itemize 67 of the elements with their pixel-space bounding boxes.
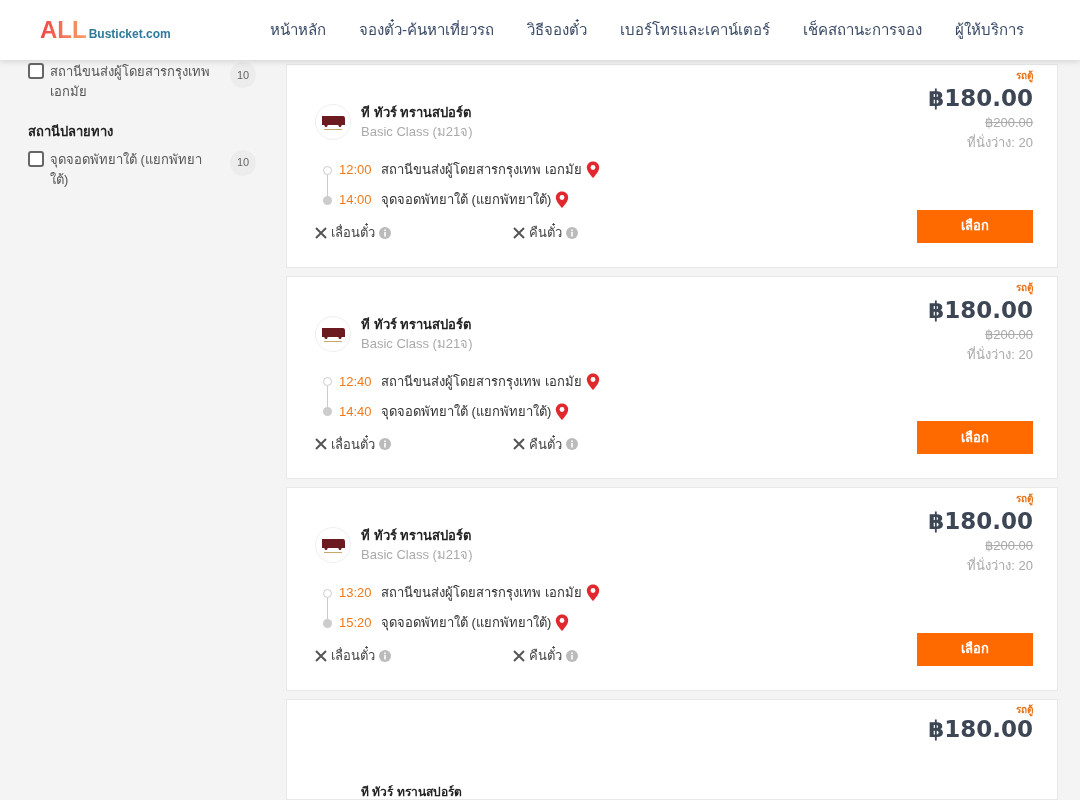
seats-available: ที่นั่งว่าง: 20 <box>967 345 1033 364</box>
operator-name: ที ทัวร์ ทรานสปอร์ต <box>361 315 473 334</box>
filter-count: 10 <box>230 62 256 88</box>
ticket-price: ฿180.00 <box>928 507 1033 536</box>
map-pin-icon[interactable] <box>555 614 570 632</box>
operator-name: ที ทัวร์ ทรานสปอร์ต <box>361 785 462 799</box>
map-pin-icon[interactable] <box>585 372 600 391</box>
bus-logo-icon <box>315 315 351 352</box>
stop-name: สถานีขนส่งผู้โดยสารกรุงเทพ เอกมัย <box>381 372 582 392</box>
stop-name: จุดจอดพัทยาใต้ (แยกพัทยาใต้) <box>381 191 552 210</box>
stop-time: 14:40 <box>339 402 373 421</box>
policy-label: คืนตั๋ว <box>529 434 562 454</box>
nav-link[interactable]: วิธีจองตั๋ว <box>527 18 587 42</box>
seats-available: ที่นั่งว่าง: 20 <box>967 133 1033 152</box>
seats-available: ที่นั่งว่าง: 20 <box>967 556 1033 575</box>
filter-count: 10 <box>230 149 256 176</box>
policy-label: คืนตั๋ว <box>529 223 562 242</box>
cross-icon <box>315 226 327 239</box>
bus-logo-icon <box>315 104 351 140</box>
original-price: ฿200.00 <box>985 537 1033 555</box>
policy-label: คืนตั๋ว <box>529 646 562 665</box>
cross-icon <box>315 649 327 662</box>
original-price: ฿200.00 <box>985 114 1033 132</box>
stop-time: 12:40 <box>339 372 373 391</box>
stop-time: 12:00 <box>339 161 373 180</box>
map-pin-icon[interactable] <box>555 191 570 209</box>
vehicle-type-label: รถตู้ <box>1016 703 1033 716</box>
nav-link[interactable]: ผู้ให้บริการ <box>955 18 1024 42</box>
filter-label: สถานีขนส่งผู้โดยสารกรุงเทพ เอกมัย <box>50 63 211 101</box>
bus-class: Basic Class (ม21จ) <box>361 546 473 564</box>
nav-link[interactable]: หน้าหลัก <box>270 18 326 42</box>
bus-class: Basic Class (ม21จ) <box>361 123 473 141</box>
cross-icon <box>315 438 327 451</box>
bus-class: Basic Class (ม21จ) <box>361 334 473 353</box>
site-logo[interactable]: ALL Busticket.com <box>40 17 171 43</box>
stop-time: 14:00 <box>339 191 373 210</box>
stop-time: 13:20 <box>339 584 373 603</box>
cross-icon <box>513 226 525 239</box>
filter-heading: สถานีปลายทาง <box>28 123 114 141</box>
policy-label: เลื่อนตั๋ว <box>331 646 375 665</box>
operator-name: ที ทัวร์ ทรานสปอร์ต <box>361 527 473 545</box>
original-price: ฿200.00 <box>985 325 1033 344</box>
stop-name: สถานีขนส่งผู้โดยสารกรุงเทพ เอกมัย <box>381 584 582 603</box>
filter-checkbox[interactable] <box>28 150 44 167</box>
vehicle-type-label: รถตู้ <box>1016 69 1033 83</box>
policy-label: เลื่อนตั๋ว <box>331 223 375 242</box>
filter-checkbox[interactable] <box>28 63 44 79</box>
operator-name: ที ทัวร์ ทรานสปอร์ต <box>361 104 473 122</box>
stop-time: 15:20 <box>339 614 373 633</box>
nav-link[interactable]: เบอร์โทรและเคาน์เตอร์ <box>620 18 770 42</box>
filter-label: จุดจอดพัทยาใต้ (แยกพัทยาใต้) <box>50 150 203 189</box>
cross-icon <box>513 438 525 451</box>
cross-icon <box>513 649 525 662</box>
nav-link[interactable]: เช็คสถานะการจอง <box>803 18 922 42</box>
stop-name: จุดจอดพัทยาใต้ (แยกพัทยาใต้) <box>381 402 552 422</box>
bus-logo-icon <box>315 527 351 563</box>
ticket-price: ฿180.00 <box>928 84 1033 113</box>
ticket-price: ฿180.00 <box>928 295 1033 325</box>
map-pin-icon[interactable] <box>585 584 600 602</box>
vehicle-type-label: รถตู้ <box>1016 492 1033 506</box>
map-pin-icon[interactable] <box>585 161 600 179</box>
stop-name: จุดจอดพัทยาใต้ (แยกพัทยาใต้) <box>381 614 552 633</box>
policy-label: เลื่อนตั๋ว <box>331 434 375 454</box>
nav-link[interactable]: จองตั๋ว-ค้นหาเที่ยวรถ <box>359 18 494 42</box>
stop-name: สถานีขนส่งผู้โดยสารกรุงเทพ เอกมัย <box>381 161 582 180</box>
map-pin-icon[interactable] <box>555 402 570 421</box>
vehicle-type-label: รถตู้ <box>1016 280 1033 295</box>
